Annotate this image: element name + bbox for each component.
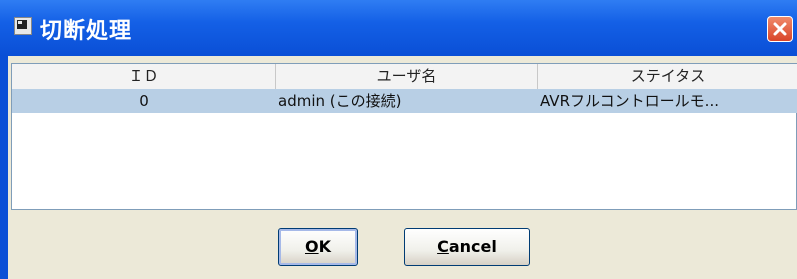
table-row[interactable]: 0 admin (この接続) AVRフルコントロールモ... <box>12 89 797 113</box>
app-window-icon <box>14 17 32 35</box>
cell-id: 0 <box>139 92 149 110</box>
title-bar[interactable]: 切断処理 <box>0 0 797 56</box>
cancel-label-rest: ancel <box>448 237 497 256</box>
column-header-user[interactable]: ユーザ名 <box>276 64 538 89</box>
cell-status: AVRフルコントロールモ... <box>540 92 719 110</box>
cell-user: admin (この接続) <box>278 92 402 110</box>
disconnect-dialog: 切断処理 ＩＤ ユーザ名 ステイタス 0 admin (この接続) AVRフルコ… <box>0 0 797 279</box>
dialog-title: 切断処理 <box>40 19 133 44</box>
close-button[interactable] <box>767 16 793 42</box>
close-icon <box>773 22 787 36</box>
column-header-status[interactable]: ステイタス <box>538 64 797 89</box>
dialog-content: ＩＤ ユーザ名 ステイタス 0 admin (この接続) AVRフルコントロール… <box>8 56 797 279</box>
ok-mnemonic: O <box>304 237 319 256</box>
table-header: ＩＤ ユーザ名 ステイタス <box>12 64 797 90</box>
cancel-mnemonic: C <box>437 237 449 256</box>
ok-label-rest: K <box>318 237 331 256</box>
cancel-button[interactable]: Cancel <box>404 228 530 266</box>
column-header-id[interactable]: ＩＤ <box>12 64 276 89</box>
session-table: ＩＤ ユーザ名 ステイタス 0 admin (この接続) AVRフルコントロール… <box>11 63 797 210</box>
ok-button[interactable]: OK <box>278 228 358 266</box>
